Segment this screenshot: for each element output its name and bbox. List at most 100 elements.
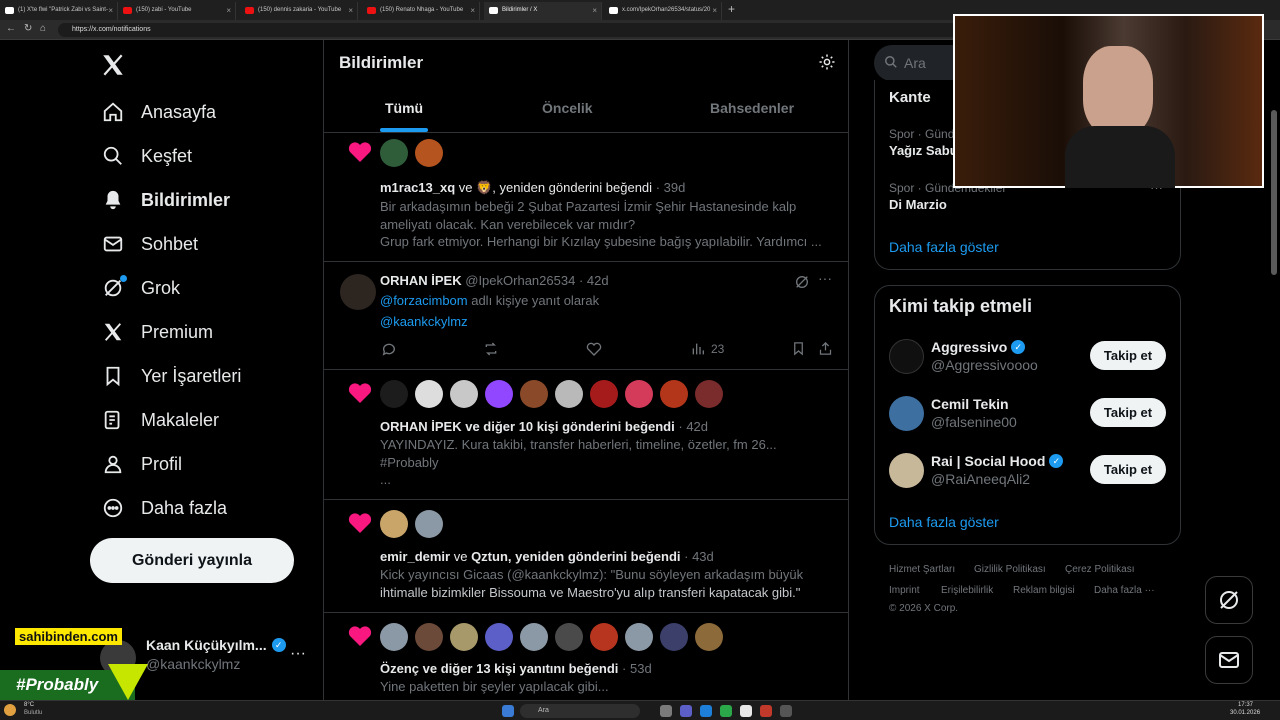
app-icon[interactable] — [780, 705, 792, 717]
nav-item-home[interactable]: Anasayfa — [100, 92, 216, 132]
avatar[interactable] — [450, 380, 478, 408]
avatar[interactable] — [695, 380, 723, 408]
avatar[interactable] — [415, 623, 443, 651]
post-body[interactable]: @kaankckylmz — [380, 313, 468, 331]
avatar[interactable] — [380, 510, 408, 538]
follow-button[interactable]: Takip et — [1090, 341, 1166, 370]
repost-button[interactable] — [483, 341, 499, 357]
browser-tab[interactable]: (150) Renato Nhaga - YouTube × — [362, 2, 480, 20]
avatar[interactable] — [415, 139, 443, 167]
follow-button[interactable]: Takip et — [1090, 398, 1166, 427]
avatar[interactable] — [590, 380, 618, 408]
weather-icon[interactable] — [4, 704, 16, 716]
trend-item[interactable]: Kante — [889, 89, 931, 106]
suggested-user-name[interactable]: Aggressivo ✓ — [931, 339, 1026, 355]
nav-item-more[interactable]: Daha fazla — [100, 488, 227, 528]
avatar[interactable] — [660, 380, 688, 408]
browser-tab[interactable]: (150) zabi - YouTube × — [118, 2, 236, 20]
teams-icon[interactable] — [680, 705, 692, 717]
app-icon[interactable] — [760, 705, 772, 717]
avatar[interactable] — [485, 380, 513, 408]
avatar[interactable] — [520, 623, 548, 651]
windows-start-icon[interactable] — [502, 705, 514, 717]
suggested-user-name[interactable]: Rai | Social Hood ✓ — [931, 453, 1064, 469]
settings-gear-icon[interactable] — [818, 53, 836, 71]
edge-icon[interactable] — [700, 705, 712, 717]
avatar[interactable] — [380, 380, 408, 408]
account-name[interactable]: Kaan Küçükyılm... ✓ — [146, 637, 286, 653]
x-logo-icon[interactable] — [100, 52, 126, 78]
avatar[interactable] — [485, 623, 513, 651]
like-button[interactable] — [586, 341, 602, 357]
nav-item-explore[interactable]: Keşfet — [100, 136, 192, 176]
avatar[interactable] — [380, 623, 408, 651]
avatar[interactable] — [520, 380, 548, 408]
footer-link[interactable]: Reklam bilgisi — [1013, 585, 1075, 596]
tab-all[interactable]: Tümü — [385, 100, 423, 116]
footer-link[interactable]: Imprint — [889, 585, 920, 596]
avatar[interactable] — [889, 453, 924, 488]
share-button[interactable] — [818, 341, 833, 356]
home-icon[interactable]: ⌂ — [40, 23, 46, 34]
grok-float-button[interactable] — [1205, 576, 1253, 624]
footer-link[interactable]: Daha fazla ··· — [1094, 585, 1155, 596]
close-tab-icon[interactable]: × — [348, 6, 353, 15]
suggested-user-name[interactable]: Cemil Tekin — [931, 396, 1009, 412]
footer-link[interactable]: Gizlilik Politikası — [974, 564, 1046, 575]
footer-link[interactable]: Çerez Politikası — [1065, 564, 1134, 575]
browser-tab[interactable]: x.com/IpekOrhan26534/status/20 × — [604, 2, 722, 20]
views-button[interactable]: 23 — [690, 341, 724, 357]
close-tab-icon[interactable]: × — [592, 6, 597, 15]
avatar[interactable] — [889, 339, 924, 374]
avatar[interactable] — [695, 623, 723, 651]
avatar[interactable] — [450, 623, 478, 651]
follow-button[interactable]: Takip et — [1090, 455, 1166, 484]
reply-button[interactable] — [381, 341, 397, 357]
more-dots-icon[interactable]: ··· — [290, 645, 306, 663]
browser-tab[interactable]: (1) X'te flwi "Patrick Zabi vs Saint- × — [0, 2, 118, 20]
avatar[interactable] — [625, 380, 653, 408]
show-more-link[interactable]: Daha fazla göster — [889, 514, 999, 530]
new-tab-button[interactable]: + — [728, 2, 735, 16]
task-view-icon[interactable] — [660, 705, 672, 717]
avatar[interactable] — [415, 380, 443, 408]
taskbar-search[interactable]: Ara — [520, 704, 640, 718]
notification-item[interactable]: m1rac13_xq ve 🦁, yeniden gönderini beğen… — [324, 133, 848, 261]
grok-icon[interactable] — [794, 274, 810, 290]
bookmark-button[interactable] — [791, 341, 806, 356]
scrollbar-thumb[interactable] — [1271, 110, 1277, 275]
more-dots-icon[interactable]: ··· — [818, 270, 832, 286]
footer-link[interactable]: Hizmet Şartları — [889, 564, 955, 575]
close-tab-icon[interactable]: × — [226, 6, 231, 15]
avatar[interactable] — [415, 510, 443, 538]
browser-tab-active[interactable]: Bildirimler / X × — [484, 2, 602, 20]
nav-item-profile[interactable]: Profil — [100, 444, 182, 484]
app-icon[interactable] — [740, 705, 752, 717]
app-icon[interactable] — [720, 705, 732, 717]
trend-item[interactable]: Di Marzio — [889, 197, 947, 212]
avatar[interactable] — [340, 274, 376, 310]
messages-float-button[interactable] — [1205, 636, 1253, 684]
tab-mentions[interactable]: Bahsedenler — [710, 100, 794, 116]
avatar[interactable] — [555, 380, 583, 408]
close-tab-icon[interactable]: × — [108, 6, 113, 15]
avatar[interactable] — [555, 623, 583, 651]
browser-tab[interactable]: (150) dennis zakaria - YouTube × — [240, 2, 358, 20]
show-more-link[interactable]: Daha fazla göster — [889, 239, 999, 255]
url-field[interactable]: https://x.com/notifications — [58, 23, 958, 37]
nav-item-grok[interactable]: Grok — [100, 268, 180, 308]
trend-item[interactable]: Yağız Sabu — [889, 143, 958, 158]
avatar[interactable] — [625, 623, 653, 651]
nav-item-bookmarks[interactable]: Yer İşaretleri — [100, 356, 241, 396]
nav-item-notifications[interactable]: Bildirimler — [100, 180, 230, 220]
reload-icon[interactable]: ↻ — [24, 23, 32, 34]
avatar[interactable] — [380, 139, 408, 167]
avatar[interactable] — [590, 623, 618, 651]
nav-item-articles[interactable]: Makaleler — [100, 400, 219, 440]
back-icon[interactable]: ← — [6, 23, 16, 34]
avatar[interactable] — [889, 396, 924, 431]
close-tab-icon[interactable]: × — [470, 6, 475, 15]
avatar[interactable] — [660, 623, 688, 651]
post-button[interactable]: Gönderi yayınla — [90, 538, 294, 583]
nav-item-premium[interactable]: Premium — [100, 312, 213, 352]
